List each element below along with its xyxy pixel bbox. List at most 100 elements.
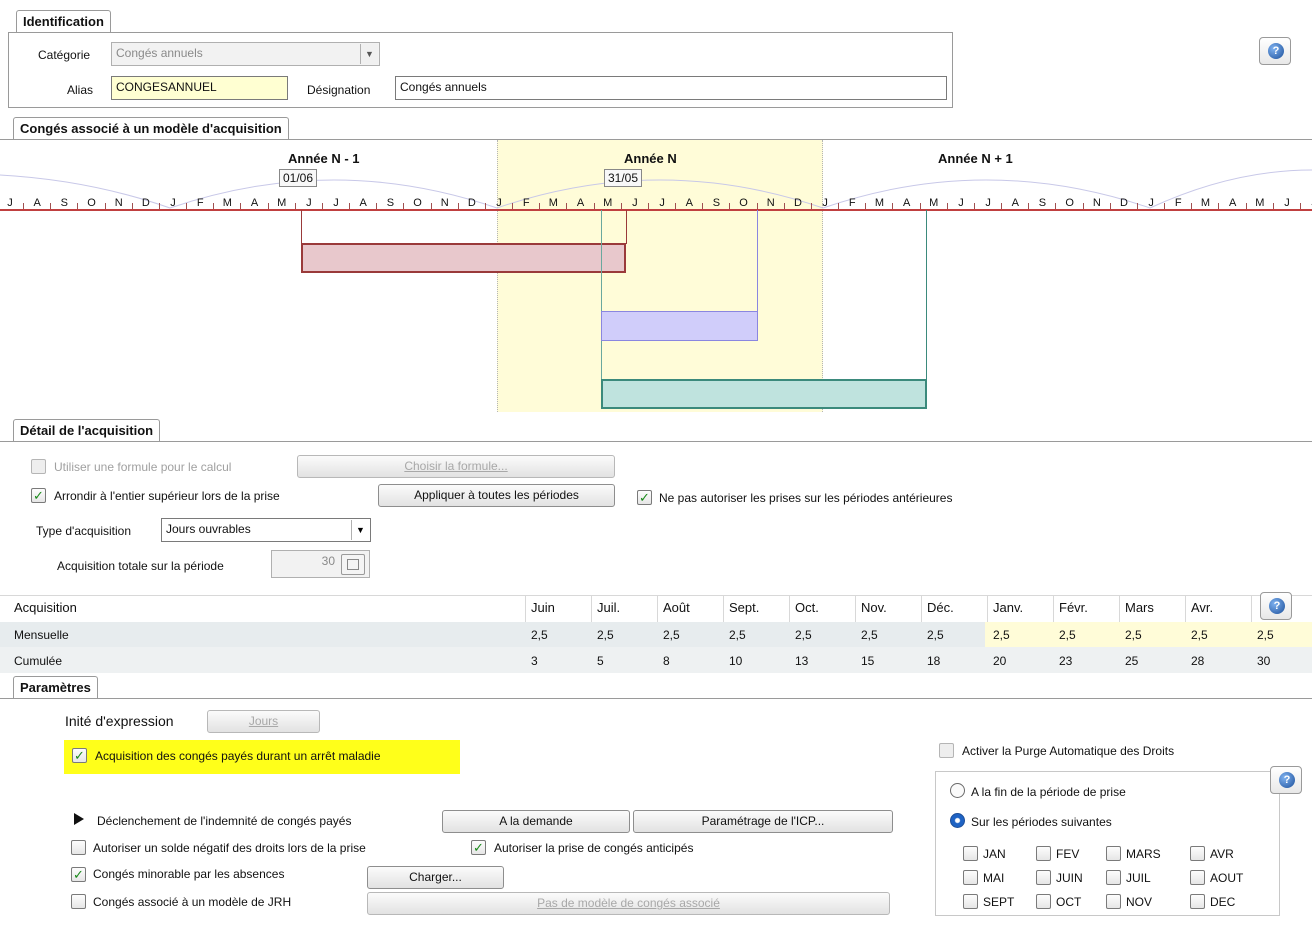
- month-checkbox-juin[interactable]: [1036, 870, 1051, 885]
- month-checkbox-dec[interactable]: [1190, 894, 1205, 909]
- chevron-down-icon[interactable]: ▼: [351, 520, 369, 540]
- table-month-header: Févr.: [1059, 600, 1088, 615]
- table-column-divider: [789, 595, 790, 622]
- purge-checkbox[interactable]: [939, 743, 954, 758]
- table-cell: 2,5: [1059, 628, 1076, 642]
- timeline-month-label: D: [1119, 197, 1128, 209]
- timeline-month-label: M: [603, 197, 613, 209]
- month-checkbox-label: AOUT: [1210, 871, 1244, 885]
- timeline-month-label: J: [1284, 197, 1290, 209]
- calculator-icon[interactable]: [341, 554, 365, 575]
- conges-anticipes-checkbox[interactable]: ✓: [471, 840, 486, 855]
- timeline-month-label: S: [386, 197, 395, 209]
- table-cell: 28: [1191, 654, 1205, 668]
- table-cell: 13: [795, 654, 809, 668]
- jours-button[interactable]: Jours: [207, 710, 320, 733]
- table-column-divider: [1119, 595, 1120, 622]
- table-column-divider: [657, 595, 658, 622]
- timeline-month-label: J: [333, 197, 339, 209]
- timeline-month-label: M: [874, 197, 885, 209]
- month-checkbox-jan[interactable]: [963, 846, 978, 861]
- maladie-checkbox[interactable]: ✓: [72, 748, 87, 763]
- radio-periodes-suivantes[interactable]: [950, 813, 965, 828]
- month-checkbox-mars[interactable]: [1106, 846, 1121, 861]
- radio-fin-periode[interactable]: [950, 783, 965, 798]
- month-checkbox-mai[interactable]: [963, 870, 978, 885]
- minorable-checkbox[interactable]: ✓: [71, 867, 86, 882]
- timeline-month-label: M: [1255, 197, 1265, 209]
- month-checkbox-oct[interactable]: [1036, 894, 1051, 909]
- choose-formula-button[interactable]: Choisir la formule...: [297, 455, 615, 478]
- timeline-month-label: D: [793, 197, 802, 209]
- month-checkbox-avr[interactable]: [1190, 846, 1205, 861]
- help-icon: ?: [1268, 43, 1284, 59]
- parametrage-icp-button[interactable]: Paramétrage de l'ICP...: [633, 810, 893, 833]
- table-month-header: Août: [663, 600, 690, 615]
- a-la-demande-button[interactable]: A la demande: [442, 810, 630, 833]
- help-button-purge[interactable]: ?: [1270, 766, 1302, 794]
- timeline-month-label: J: [822, 197, 828, 209]
- help-icon: ?: [1269, 598, 1285, 614]
- acquisition-period-bar[interactable]: [301, 243, 626, 273]
- identification-tab: Identification: [16, 10, 111, 32]
- timeline-month-label: J: [1306, 197, 1312, 209]
- table-month-header: Oct.: [795, 600, 819, 615]
- jrh-model-button[interactable]: Pas de modèle de congés associé: [367, 892, 890, 915]
- categorie-select[interactable]: Congés annuels ▼: [111, 42, 380, 66]
- month-checkbox-label: FEV: [1056, 847, 1080, 861]
- timeline-month-label: S: [60, 197, 68, 209]
- table-row-label: Cumulée: [14, 654, 63, 668]
- timeline-month-label: O: [1065, 197, 1074, 209]
- timeline-month-label: N: [766, 197, 775, 209]
- month-checkbox-fev[interactable]: [1036, 846, 1051, 861]
- jrh-checkbox[interactable]: [71, 894, 86, 909]
- timeline-month-label: J: [659, 197, 665, 209]
- year-label-n-plus-1: Année N + 1: [938, 151, 1013, 166]
- help-button-identification[interactable]: ?: [1259, 37, 1291, 65]
- table-month-header: Nov.: [861, 600, 887, 615]
- no-prior-periods-checkbox[interactable]: ✓: [637, 490, 652, 505]
- month-checkbox-label: MAI: [983, 871, 1005, 885]
- timeline-month-label: S: [712, 197, 721, 209]
- table-cell: 3: [531, 654, 538, 668]
- month-checkbox-label: OCT: [1056, 895, 1082, 909]
- timeline-month-label: A: [33, 197, 41, 209]
- chevron-down-icon[interactable]: ▼: [360, 44, 378, 64]
- table-cell: 15: [861, 654, 875, 668]
- unite-expression-label: Inité d'expression: [65, 713, 174, 729]
- table-column-divider: [921, 595, 922, 622]
- help-button-table[interactable]: ?: [1260, 592, 1292, 620]
- timeline-month-label: A: [1011, 197, 1019, 209]
- month-checkbox-juil[interactable]: [1106, 870, 1121, 885]
- formula-checkbox[interactable]: [31, 459, 46, 474]
- designation-label: Désignation: [307, 83, 371, 97]
- report-period-bar[interactable]: [601, 379, 927, 409]
- round-up-checkbox[interactable]: ✓: [31, 488, 46, 503]
- timeline-month-label: A: [250, 197, 259, 209]
- acquisition-type-select[interactable]: Jours ouvrables ▼: [161, 518, 371, 542]
- table-cell: 2,5: [597, 628, 614, 642]
- month-checkbox-sept[interactable]: [963, 894, 978, 909]
- round-up-checkbox-label: Arrondir à l'entier supérieur lors de la…: [54, 489, 280, 503]
- designation-input[interactable]: Congés annuels: [395, 76, 947, 100]
- table-column-divider: [855, 595, 856, 622]
- charger-button[interactable]: Charger...: [367, 866, 504, 889]
- table-cell: 2,5: [1257, 628, 1274, 642]
- total-acquisition-label: Acquisition totale sur la période: [57, 559, 224, 573]
- alias-label: Alias: [67, 83, 94, 97]
- prise-period-bar[interactable]: [601, 311, 758, 341]
- table-cell: 2,5: [1191, 628, 1208, 642]
- month-checkbox-label: AVR: [1210, 847, 1234, 861]
- jrh-label: Congés associé à un modèle de JRH: [93, 895, 292, 909]
- apply-all-periods-button[interactable]: Appliquer à toutes les périodes: [378, 484, 615, 507]
- radio-periodes-suivantes-label: Sur les périodes suivantes: [971, 815, 1112, 829]
- table-cell: 23: [1059, 654, 1073, 668]
- table-cell: 30: [1257, 654, 1271, 668]
- timeline-month-label: O: [739, 197, 748, 209]
- month-checkbox-aout[interactable]: [1190, 870, 1205, 885]
- timeline-month-label: M: [1200, 197, 1211, 209]
- alias-input[interactable]: CONGESANNUEL: [111, 76, 288, 100]
- purge-label: Activer la Purge Automatique des Droits: [962, 744, 1175, 758]
- month-checkbox-nov[interactable]: [1106, 894, 1121, 909]
- solde-negatif-checkbox[interactable]: [71, 840, 86, 855]
